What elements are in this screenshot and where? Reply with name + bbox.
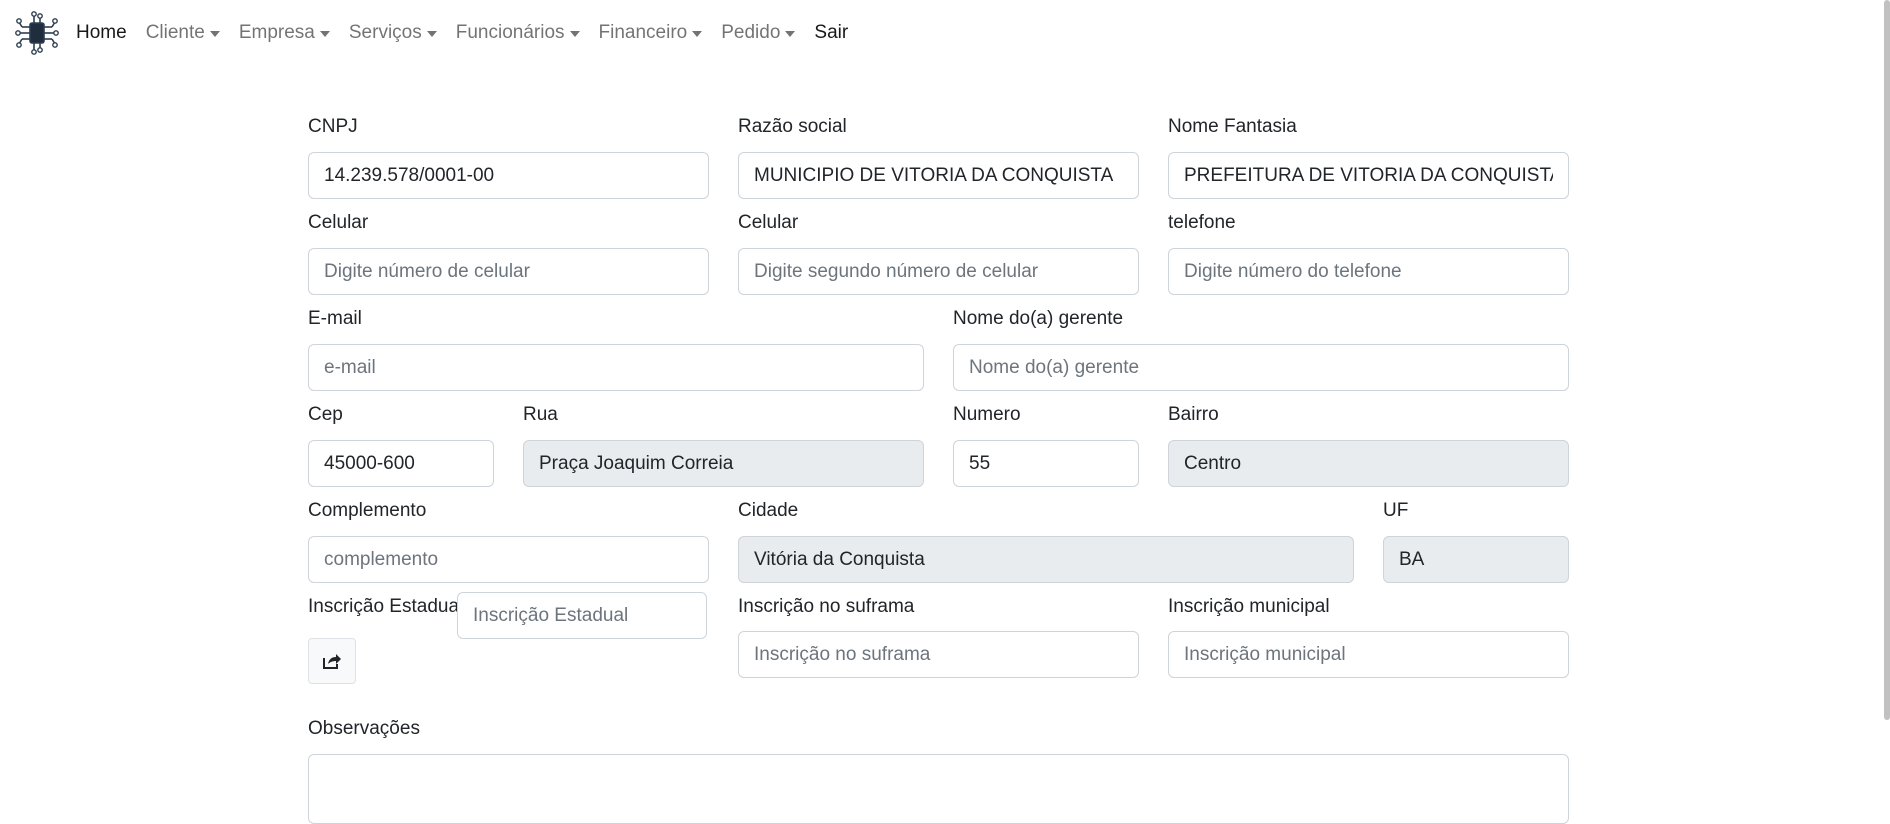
share-button[interactable]	[308, 638, 356, 684]
telefone-input[interactable]	[1168, 248, 1569, 295]
razao-social-input[interactable]	[738, 152, 1139, 199]
email-label: E-mail	[308, 308, 362, 329]
share-square-icon	[323, 654, 341, 669]
suframa-input[interactable]	[738, 631, 1139, 678]
cidade-label: Cidade	[738, 500, 799, 521]
observacoes-textarea[interactable]	[308, 754, 1569, 824]
bairro-label: Bairro	[1168, 404, 1219, 425]
suframa-label: Inscrição no suframa	[738, 596, 915, 617]
caret-down-icon	[569, 31, 580, 37]
nav-menu: Home Cliente Empresa Serviços Funcionári…	[76, 0, 867, 66]
nav-sair[interactable]: Sair	[814, 22, 848, 44]
cnpj-input[interactable]	[308, 152, 709, 199]
caret-down-icon	[209, 31, 220, 37]
municipal-input[interactable]	[1168, 631, 1569, 678]
nav-home[interactable]: Home	[76, 22, 127, 44]
cep-input[interactable]	[308, 440, 494, 487]
nav-funcionarios-label: Funcionários	[455, 22, 565, 43]
navbar: Home Cliente Empresa Serviços Funcionári…	[0, 0, 1890, 66]
gerente-label: Nome do(a) gerente	[953, 308, 1124, 329]
complemento-input[interactable]	[308, 536, 709, 583]
rua-label: Rua	[523, 404, 558, 425]
nome-fantasia-label: Nome Fantasia	[1168, 116, 1297, 137]
numero-input[interactable]	[953, 440, 1139, 487]
razao-social-label: Razão social	[738, 116, 847, 137]
uf-input	[1383, 536, 1569, 583]
celular2-label: Celular	[738, 212, 799, 233]
nav-empresa-dropdown[interactable]: Empresa	[239, 22, 330, 44]
chip-logo-icon[interactable]	[14, 10, 60, 56]
caret-down-icon	[692, 31, 703, 37]
caret-down-icon	[426, 31, 437, 37]
numero-label: Numero	[953, 404, 1021, 425]
uf-label: UF	[1383, 500, 1409, 521]
email-input[interactable]	[308, 344, 924, 391]
municipal-label: Inscrição municipal	[1168, 596, 1330, 617]
caret-down-icon	[319, 31, 330, 37]
nav-servicos-dropdown[interactable]: Serviços	[349, 22, 437, 44]
nav-pedido-dropdown[interactable]: Pedido	[721, 22, 796, 44]
gerente-input[interactable]	[953, 344, 1569, 391]
nav-funcionarios-dropdown[interactable]: Funcionários	[456, 22, 580, 44]
observacoes-label: Observações	[308, 718, 420, 739]
vertical-scrollbar[interactable]	[1884, 0, 1890, 720]
nav-servicos-label: Serviços	[348, 22, 422, 43]
cep-label: Cep	[308, 404, 343, 425]
celular-input[interactable]	[308, 248, 709, 295]
nav-pedido-label: Pedido	[721, 22, 781, 43]
inscricao-estadual-input[interactable]	[457, 592, 707, 639]
caret-down-icon	[785, 31, 796, 37]
celular-label: Celular	[308, 212, 369, 233]
nav-financeiro-label: Financeiro	[598, 22, 688, 43]
rua-input	[523, 440, 924, 487]
nav-cliente-label: Cliente	[145, 22, 205, 43]
cidade-input	[738, 536, 1354, 583]
nav-cliente-dropdown[interactable]: Cliente	[146, 22, 220, 44]
complemento-label: Complemento	[308, 500, 427, 521]
bairro-input	[1168, 440, 1569, 487]
cnpj-label: CNPJ	[308, 116, 358, 137]
inscricao-estadual-label: Inscrição Estadual	[308, 596, 464, 617]
nav-empresa-label: Empresa	[238, 22, 315, 43]
celular2-input[interactable]	[738, 248, 1139, 295]
nav-financeiro-dropdown[interactable]: Financeiro	[599, 22, 703, 44]
telefone-label: telefone	[1168, 212, 1236, 233]
nome-fantasia-input[interactable]	[1168, 152, 1569, 199]
